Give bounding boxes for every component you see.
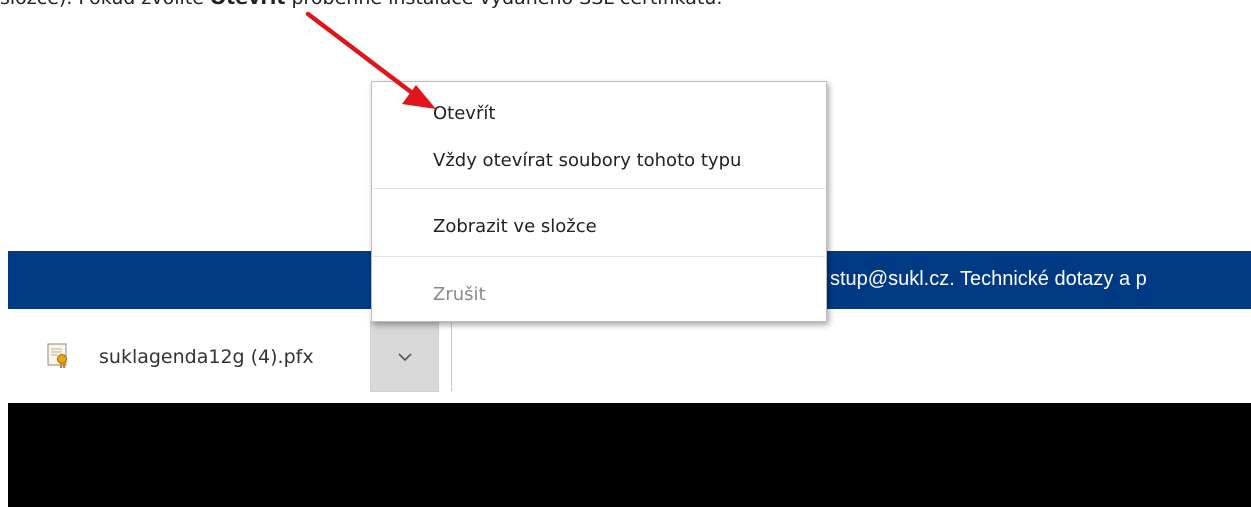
menu-item-label: Otevřít xyxy=(433,103,496,124)
instruction-text-bold: Otevřít xyxy=(210,0,285,9)
black-region xyxy=(8,403,1251,507)
instruction-text-before: složce). Pokud zvolíte xyxy=(0,0,210,9)
menu-item-label: Zrušit xyxy=(433,284,486,305)
menu-item-show-in-folder[interactable]: Zobrazit ve složce xyxy=(372,207,826,247)
menu-item-label: Zobrazit ve složce xyxy=(433,216,597,237)
instruction-text: složce). Pokud zvolíte Otevřít proběhne … xyxy=(0,0,1251,17)
menu-item-open[interactable]: Otevřít xyxy=(372,94,826,134)
download-bar-divider xyxy=(451,323,452,391)
certificate-file-icon xyxy=(45,341,73,369)
download-context-menu: Otevřít Vždy otevírat soubory tohoto typ… xyxy=(371,81,827,322)
menu-separator xyxy=(373,256,825,257)
download-file-name[interactable]: suklagenda12g (4).pfx xyxy=(99,346,314,368)
instruction-text-after: proběhne instalace vydaného SSL certifik… xyxy=(285,0,722,9)
menu-item-cancel: Zrušit xyxy=(372,275,826,315)
menu-item-label: Vždy otevírat soubory tohoto typu xyxy=(433,150,742,171)
banner-text: stup@sukl.cz. Technické dotazy a p xyxy=(830,268,1147,290)
menu-separator xyxy=(373,188,825,189)
download-menu-button[interactable] xyxy=(370,321,439,392)
chevron-down-icon xyxy=(398,353,412,362)
menu-item-always-open[interactable]: Vždy otevírat soubory tohoto typu xyxy=(372,141,826,181)
